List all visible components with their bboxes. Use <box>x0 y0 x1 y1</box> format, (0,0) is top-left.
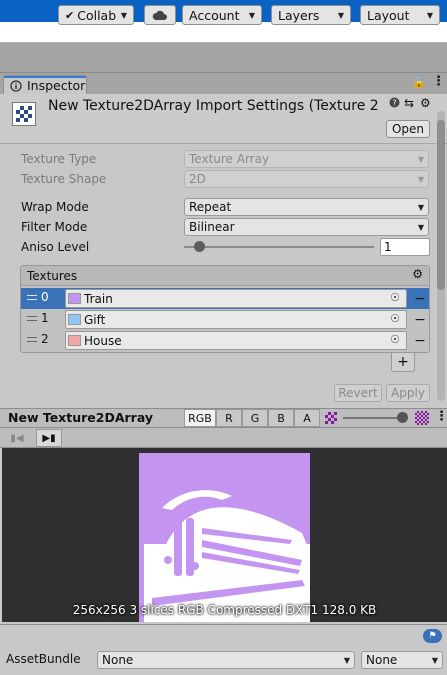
drag-handle-icon[interactable] <box>27 337 37 342</box>
texture-type-label: Texture Type <box>21 152 97 166</box>
texture-thumbnail-icon <box>68 314 81 325</box>
chevron-down-icon: ▼ <box>343 655 350 665</box>
texture-thumbnail-icon <box>68 293 81 304</box>
cloud-button[interactable] <box>144 5 176 25</box>
filter-mode-dropdown[interactable]: Bilinear ▼ <box>184 218 429 236</box>
mip-high-icon <box>415 411 429 425</box>
channel-b-button[interactable]: B <box>268 409 294 427</box>
texture-shape-dropdown: 2D ▼ <box>184 170 429 188</box>
help-icon[interactable]: ? <box>389 97 400 111</box>
object-picker-icon[interactable]: ☉ <box>385 289 405 306</box>
apply-button[interactable]: Apply <box>386 384 430 402</box>
gear-icon[interactable]: ⚙ <box>412 267 423 281</box>
assetbundle-label: AssetBundle <box>6 652 81 666</box>
remove-item-button[interactable]: − <box>411 288 429 309</box>
filter-mode-label: Filter Mode <box>21 220 88 234</box>
label-tag-icon[interactable]: ⚑ <box>423 629 442 643</box>
drag-handle-icon[interactable] <box>27 316 37 321</box>
mip-slider-track[interactable] <box>343 417 405 419</box>
texture-thumbnail-icon <box>68 335 81 346</box>
channel-rgb-button[interactable]: RGB <box>184 409 216 427</box>
kebab-menu-icon[interactable]: ⋮ <box>432 74 445 89</box>
aniso-level-label: Aniso Level <box>21 240 90 254</box>
chevron-down-icon: ▼ <box>417 222 424 232</box>
aniso-slider-thumb[interactable] <box>194 241 205 252</box>
aniso-level-input[interactable]: 1 <box>380 238 430 256</box>
main-toolbar <box>0 43 447 73</box>
channel-r-button[interactable]: R <box>216 409 242 427</box>
texture-preview <box>2 448 447 622</box>
texture-type-dropdown: Texture Array ▼ <box>184 150 429 168</box>
preview-title: New Texture2DArray <box>8 410 154 425</box>
textures-list-header: Textures ⚙ <box>21 266 429 286</box>
texture-row-2[interactable]: 2 House ☉ − <box>21 330 429 351</box>
assetbundle-variant-dropdown[interactable]: None ▼ <box>361 651 443 669</box>
asset-title: New Texture2DArray Import Settings (Text… <box>48 98 380 114</box>
info-icon <box>10 79 22 92</box>
preset-icon[interactable]: ⇆ <box>404 96 414 110</box>
texture-object-field[interactable]: Train <box>65 289 407 308</box>
channel-g-button[interactable]: G <box>242 409 268 427</box>
chevron-down-icon: ▼ <box>417 202 424 212</box>
revert-button[interactable]: Revert <box>334 384 382 402</box>
gear-icon[interactable]: ⚙ <box>420 96 431 110</box>
texture-array-icon <box>12 102 36 126</box>
slice-toolbar <box>0 428 447 448</box>
layout-dropdown[interactable]: Layout ▼ <box>360 5 440 25</box>
tab-inspector[interactable]: Inspector <box>3 75 87 95</box>
chevron-down-icon: ▼ <box>248 10 255 20</box>
assetbundle-name-dropdown[interactable]: None ▼ <box>97 651 355 669</box>
next-slice-icon[interactable]: ▶▮ <box>36 429 62 447</box>
kebab-menu-icon[interactable]: ⋮ <box>435 409 447 424</box>
chevron-down-icon: ▼ <box>417 174 424 184</box>
previous-slice-icon[interactable]: ▮◀ <box>4 429 30 447</box>
texture-row-1[interactable]: 1 Gift ☉ − <box>21 309 429 330</box>
preview-info-label: 256x256 3 slices RGB Compressed DXT1 128… <box>72 603 377 617</box>
check-icon: ✔ <box>65 8 75 22</box>
wrap-mode-dropdown[interactable]: Repeat ▼ <box>184 198 429 216</box>
drag-handle-icon[interactable] <box>27 295 37 300</box>
texture-object-field[interactable]: House <box>65 331 407 350</box>
chevron-down-icon: ▼ <box>337 10 344 20</box>
chevron-down-icon: ▼ <box>426 10 433 20</box>
chevron-down-icon: ▼ <box>417 154 424 164</box>
account-dropdown[interactable]: Account ▼ <box>182 5 262 25</box>
menu-bar <box>0 22 447 43</box>
aniso-slider-track[interactable] <box>184 246 374 248</box>
open-button[interactable]: Open <box>386 120 430 138</box>
cloud-icon <box>152 10 167 20</box>
object-picker-icon[interactable]: ☉ <box>385 331 405 348</box>
texture-shape-label: Texture Shape <box>21 172 107 186</box>
collab-button[interactable]: ✔ Collab ▼ <box>58 5 134 25</box>
mip-slider-thumb[interactable] <box>397 412 408 423</box>
add-item-button[interactable]: + <box>391 353 415 372</box>
layers-dropdown[interactable]: Layers ▼ <box>271 5 351 25</box>
train-preview-image <box>139 453 310 622</box>
inspector-scrollbar-thumb[interactable] <box>437 120 445 290</box>
wrap-mode-label: Wrap Mode <box>21 200 89 214</box>
object-picker-icon[interactable]: ☉ <box>385 310 405 327</box>
channel-a-button[interactable]: A <box>294 409 320 427</box>
chevron-down-icon: ▼ <box>120 10 127 20</box>
lock-icon[interactable]: 🔒 <box>412 76 426 89</box>
remove-item-button[interactable]: − <box>411 309 429 330</box>
mip-low-icon <box>325 412 337 424</box>
texture-row-0[interactable]: 0 Train ☉ − <box>21 288 429 309</box>
chevron-down-icon: ▼ <box>431 655 438 665</box>
remove-item-button[interactable]: − <box>411 330 429 351</box>
svg-text:?: ? <box>392 99 396 108</box>
texture-object-field[interactable]: Gift <box>65 310 407 329</box>
